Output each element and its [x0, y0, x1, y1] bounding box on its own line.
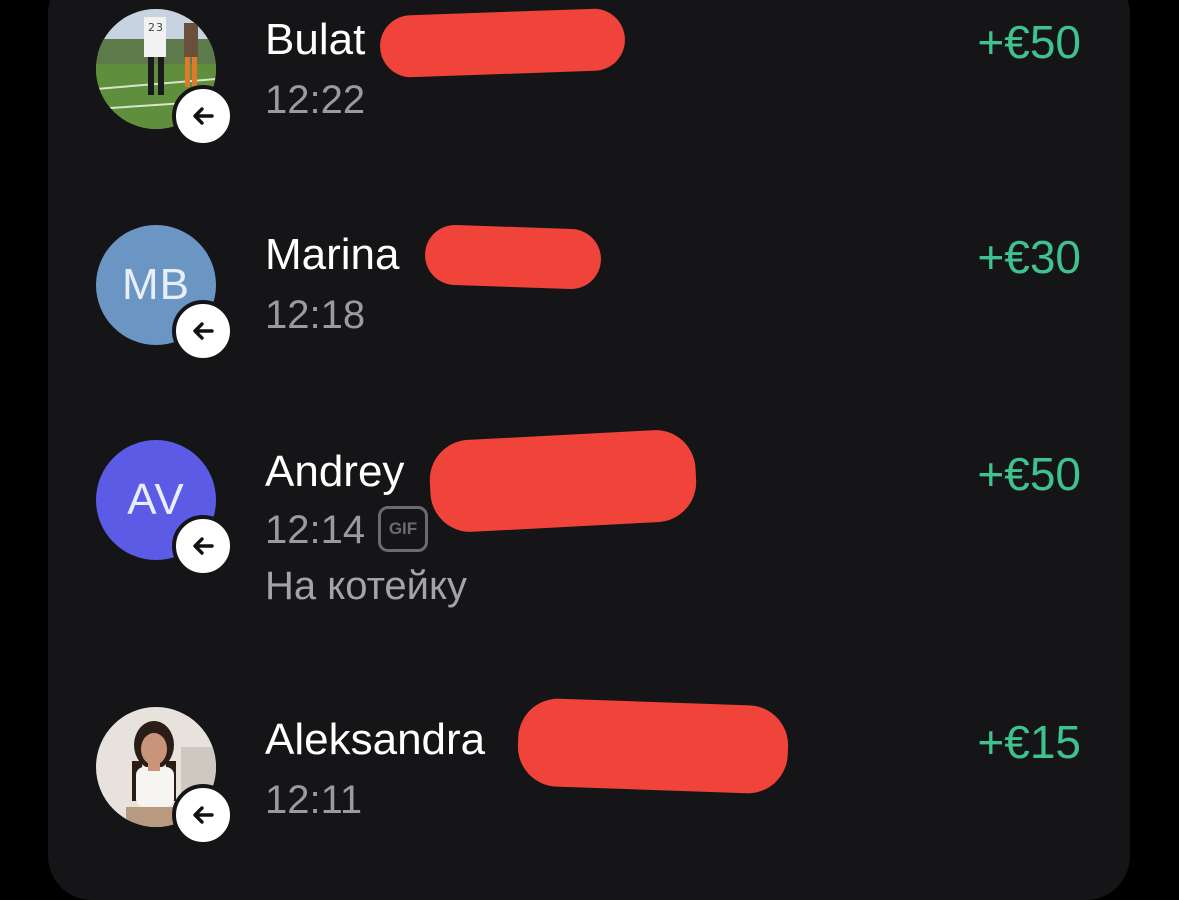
incoming-arrow-badge	[172, 85, 234, 147]
arrow-left-icon	[193, 537, 214, 555]
incoming-arrow-badge	[172, 515, 234, 577]
sender-name: Marina	[265, 230, 400, 279]
redacted-surname	[516, 697, 790, 795]
transaction-time: 12:18	[265, 293, 366, 337]
transaction-comment: На котейку	[265, 564, 467, 608]
incoming-arrow-badge	[172, 784, 234, 846]
transaction-amount: +€15	[977, 716, 1081, 768]
sender-name: Andrey	[265, 447, 405, 496]
redacted-surname	[378, 7, 627, 79]
arrow-left-icon	[193, 806, 214, 824]
transaction-row-bulat[interactable]: 23 Bulat 12:22 +€50	[0, 0, 1179, 200]
sender-name: Bulat	[265, 15, 366, 64]
transaction-amount: +€50	[977, 16, 1081, 68]
transaction-time: 12:11	[265, 778, 363, 822]
incoming-arrow-badge	[172, 300, 234, 362]
transaction-row-marina[interactable]: MB Marina 12:18 +€30	[0, 215, 1179, 415]
arrow-left-icon	[193, 107, 214, 125]
transaction-time: 12:14	[265, 508, 366, 552]
gif-attachment-badge: GIF	[378, 506, 428, 552]
transaction-row-andrey[interactable]: AV Andrey 12:14 GIF На котейку +€50	[0, 428, 1179, 630]
redacted-surname	[427, 428, 699, 534]
redacted-surname	[424, 223, 602, 291]
arrow-left-icon	[193, 322, 214, 340]
transaction-amount: +€50	[977, 448, 1081, 500]
transaction-time: 12:22	[265, 78, 366, 122]
svg-text:23: 23	[148, 21, 164, 34]
sender-name: Aleksandra	[265, 715, 486, 764]
transaction-amount: +€30	[977, 231, 1081, 283]
transaction-row-aleksandra[interactable]: Aleksandra 12:11 +€15	[0, 697, 1179, 900]
